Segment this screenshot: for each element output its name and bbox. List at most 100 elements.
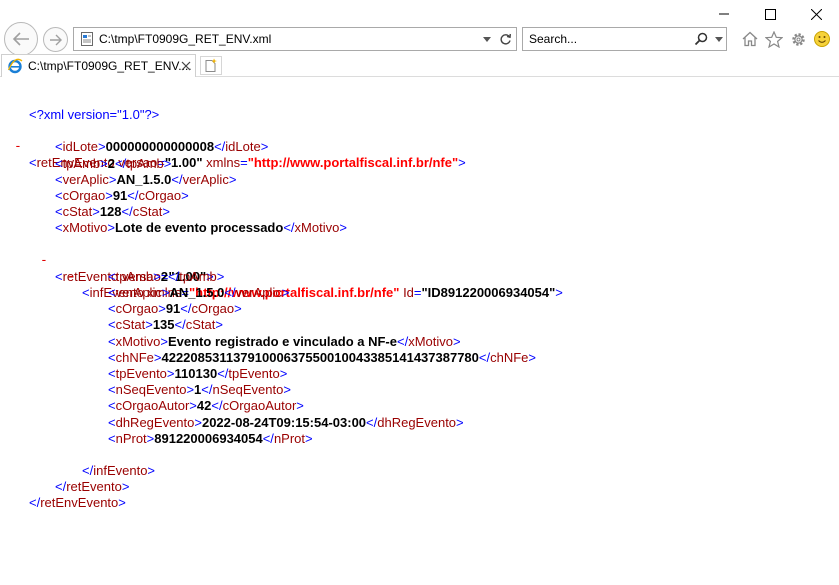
settings-button[interactable] xyxy=(786,28,810,50)
refresh-icon xyxy=(499,33,511,44)
home-icon xyxy=(742,31,758,47)
smiley-icon xyxy=(814,31,830,47)
forward-arrow-icon xyxy=(49,34,62,45)
element-value: 91 xyxy=(165,301,181,317)
tag-name: cStat xyxy=(115,317,146,333)
tag-name: verAplic xyxy=(115,285,162,301)
element-value: 42 xyxy=(196,398,212,414)
element-value: AN_1.5.0 xyxy=(169,285,225,301)
back-arrow-icon xyxy=(12,32,29,46)
tag-name: tpAmb xyxy=(62,155,101,171)
search-box[interactable]: Search... xyxy=(522,27,727,51)
tag-name: tpEvento xyxy=(115,366,167,381)
xml-element-line: <tpAmb>2</tpAmb> xyxy=(108,268,225,284)
element-value: 000000000000008 xyxy=(105,139,215,155)
xml-element-line: <cOrgao>91</cOrgao> xyxy=(55,187,189,203)
tag-name: verAplic xyxy=(182,171,229,187)
search-input[interactable]: Search... xyxy=(523,32,690,46)
xml-retevento-open: - <retEvento versao="1.00"> xyxy=(40,252,214,284)
chevron-down-icon xyxy=(483,36,491,42)
tag-name: cStat xyxy=(62,204,93,220)
tag-name: dhRegEvento xyxy=(377,414,457,430)
address-dropdown-button[interactable] xyxy=(480,36,494,42)
xml-pi-text: <?xml version="1.0"?> xyxy=(29,107,160,122)
tag-name: cOrgao xyxy=(115,301,159,317)
element-value: 2022-08-24T09:15:54-03:00 xyxy=(201,414,367,430)
xml-page-icon xyxy=(81,32,93,46)
xml-declaration: <?xml version="1.0"?> xyxy=(0,98,839,122)
back-button[interactable] xyxy=(4,22,38,56)
favorites-button[interactable] xyxy=(762,28,786,50)
tag-name: tpAmb xyxy=(179,268,217,284)
search-button[interactable] xyxy=(690,32,712,46)
element-value: 891220006934054 xyxy=(154,430,263,446)
tab-title: C:\tmp\FT0909G_RET_ENV.... xyxy=(28,59,192,73)
tab-close-icon[interactable] xyxy=(181,61,191,71)
tag-name: retEnvEvento xyxy=(40,495,119,511)
tag-name: chNFe xyxy=(115,349,154,365)
element-value: 128 xyxy=(99,204,122,220)
element-value: 4222085311379100063755001004338514143738… xyxy=(161,349,479,365)
address-bar[interactable]: C:\tmp\FT0909G_RET_ENV.xml xyxy=(73,27,517,51)
maximize-icon xyxy=(764,8,776,20)
xml-retevento-close: </retEvento> xyxy=(55,479,130,495)
internet-explorer-icon xyxy=(7,58,23,74)
navigation-bar: C:\tmp\FT0909G_RET_ENV.xml Search... xyxy=(0,22,839,56)
xml-element-line: <xMotivo>Lote de evento processado</xMot… xyxy=(55,220,347,236)
xml-element-line: <xMotivo>Evento registrado e vinculado a… xyxy=(108,333,461,349)
tag-name: idLote xyxy=(62,139,99,155)
new-tab-button[interactable] xyxy=(200,56,222,75)
tag-name: nSeqEvento xyxy=(115,382,187,398)
gear-icon xyxy=(791,32,805,46)
xml-element-line: <nProt>891220006934054</nProt> xyxy=(108,430,313,446)
forward-button[interactable] xyxy=(43,27,68,52)
tag-name: dhRegEvento xyxy=(115,414,195,430)
tag-name: xMotivo xyxy=(294,220,340,236)
tag-name: cOrgaoAutor xyxy=(115,398,190,414)
tab-strip: C:\tmp\FT0909G_RET_ENV.... xyxy=(0,54,839,77)
tag-name: tpEvento xyxy=(228,366,280,381)
tag-name: xMotivo xyxy=(115,333,161,349)
tag-name: nSeqEvento xyxy=(212,382,284,398)
search-icon xyxy=(694,32,708,46)
tag-name: nProt xyxy=(115,430,147,446)
tag-name: xMotivo xyxy=(62,220,108,236)
minimize-icon xyxy=(719,13,729,15)
xml-infevento-close: </infEvento> xyxy=(82,462,156,478)
address-input[interactable]: C:\tmp\FT0909G_RET_ENV.xml xyxy=(99,32,480,46)
xml-element-line: <cStat>128</cStat> xyxy=(55,204,170,220)
feedback-button[interactable] xyxy=(810,28,834,50)
search-dropdown-button[interactable] xyxy=(712,36,726,42)
element-value: 2 xyxy=(160,268,168,284)
xml-root-close: </retEnvEvento> xyxy=(29,495,126,511)
xml-element-line: <tpEvento>110130</tpEvento> xyxy=(108,366,288,381)
element-value: 135 xyxy=(152,317,175,333)
element-value: 91 xyxy=(112,187,128,203)
xml-element-line: <dhRegEvento>2022-08-24T09:15:54-03:00</… xyxy=(108,414,464,430)
tag-name: cOrgao xyxy=(191,301,235,317)
tag-name: cOrgaoAutor xyxy=(222,398,297,414)
xml-root-open: - <retEnvEvento versao="1.00" xmlns="htt… xyxy=(14,139,466,171)
tag-name: cOrgao xyxy=(138,187,182,203)
xml-element-line: <cStat>135</cStat> xyxy=(108,317,223,333)
refresh-button[interactable] xyxy=(494,33,516,46)
tag-name: verAplic xyxy=(235,285,282,301)
element-value: AN_1.5.0 xyxy=(116,171,172,187)
xml-element-line: <verAplic>AN_1.5.0</verAplic> xyxy=(55,171,237,187)
tab-xml-file[interactable]: C:\tmp\FT0909G_RET_ENV.... xyxy=(1,54,196,77)
tag-name: xMotivo xyxy=(408,333,453,349)
tag-name: tpAmb xyxy=(115,268,154,284)
tag-name: tpAmb xyxy=(126,155,164,171)
xml-infevento-open: - <infEvento xmlns="http://www.portalfis… xyxy=(67,268,563,300)
star-icon xyxy=(765,30,783,48)
chevron-down-icon xyxy=(715,36,723,42)
xml-element-line: <tpAmb>2</tpAmb> xyxy=(55,155,172,171)
xml-element-line: <nSeqEvento>1</nSeqEvento> xyxy=(108,382,291,398)
toolbar-icons xyxy=(738,28,834,50)
tag-name: nProt xyxy=(273,430,306,446)
element-value: Evento registrado e vinculado a NF-e xyxy=(167,333,397,349)
xml-element-line: <idLote>000000000000008</idLote> xyxy=(55,139,269,155)
home-button[interactable] xyxy=(738,28,762,50)
tag-name: cStat xyxy=(132,204,163,220)
tag-name: cStat xyxy=(185,317,216,333)
